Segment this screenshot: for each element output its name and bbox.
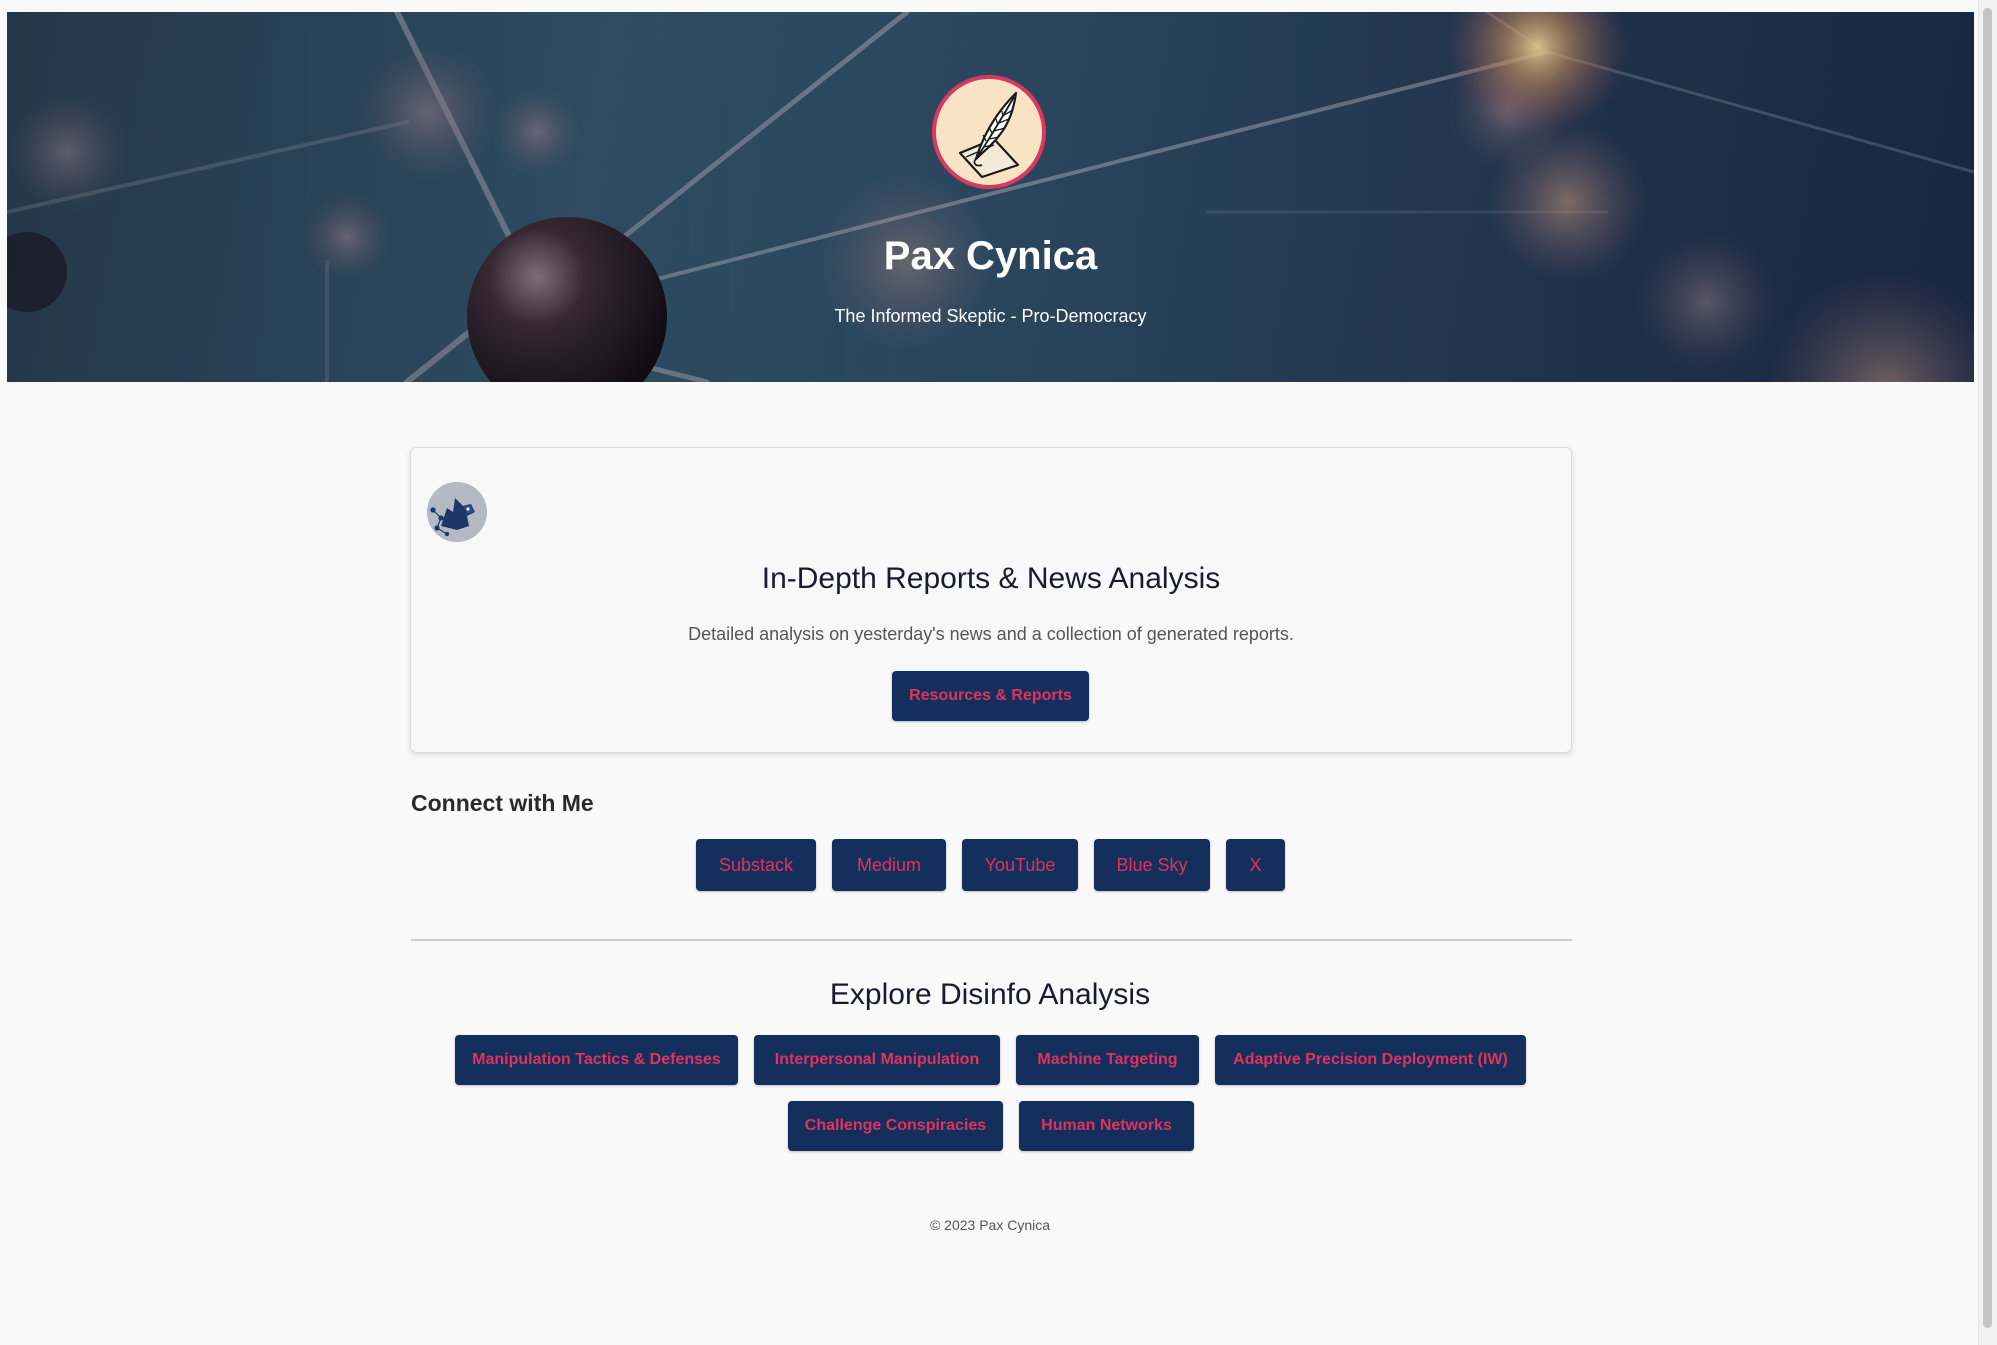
challenge-conspiracies-button[interactable]: Challenge Conspiracies: [788, 1101, 1003, 1151]
social-links: Substack Medium YouTube Blue Sky X: [0, 839, 1980, 892]
medium-link-button[interactable]: Medium: [832, 839, 946, 891]
hero-banner: Pax Cynica The Informed Skeptic - Pro-De…: [7, 12, 1974, 382]
explore-heading: Explore Disinfo Analysis: [829, 978, 1151, 1011]
page-scrollbar[interactable]: [1978, 0, 1997, 1345]
footer-copyright: © 2023 Pax Cynica: [929, 1217, 1051, 1233]
machine-targeting-button[interactable]: Machine Targeting: [1016, 1035, 1199, 1085]
site-logo[interactable]: [932, 75, 1046, 189]
interpersonal-manipulation-button[interactable]: Interpersonal Manipulation: [754, 1035, 1000, 1085]
hero-content: Pax Cynica The Informed Skeptic - Pro-De…: [7, 12, 1974, 382]
wolf-network-icon: [427, 482, 487, 542]
scrollbar-thumb[interactable]: [1983, 8, 1992, 1328]
human-networks-button[interactable]: Human Networks: [1019, 1101, 1194, 1151]
resources-reports-button[interactable]: Resources & Reports: [892, 671, 1089, 721]
card-title: In-Depth Reports & News Analysis: [761, 562, 1221, 595]
card-description: Detailed analysis on yesterday's news an…: [688, 624, 1294, 644]
quill-on-paper-icon: [958, 91, 1020, 179]
page: Pax Cynica The Informed Skeptic - Pro-De…: [0, 0, 1997, 1345]
x-link-button[interactable]: X: [1226, 839, 1285, 891]
youtube-link-button[interactable]: YouTube: [962, 839, 1078, 891]
site-tagline: The Informed Skeptic - Pro-Democracy: [834, 306, 1147, 326]
reports-card: In-Depth Reports & News Analysis Detaile…: [410, 447, 1572, 753]
section-divider: [411, 939, 1572, 941]
manipulation-tactics-button[interactable]: Manipulation Tactics & Defenses: [455, 1035, 738, 1085]
connect-heading: Connect with Me: [411, 790, 594, 816]
adaptive-precision-deployment-button[interactable]: Adaptive Precision Deployment (IW): [1215, 1035, 1526, 1085]
bluesky-link-button[interactable]: Blue Sky: [1094, 839, 1210, 891]
site-title: Pax Cynica: [883, 234, 1098, 278]
substack-link-button[interactable]: Substack: [696, 839, 816, 891]
